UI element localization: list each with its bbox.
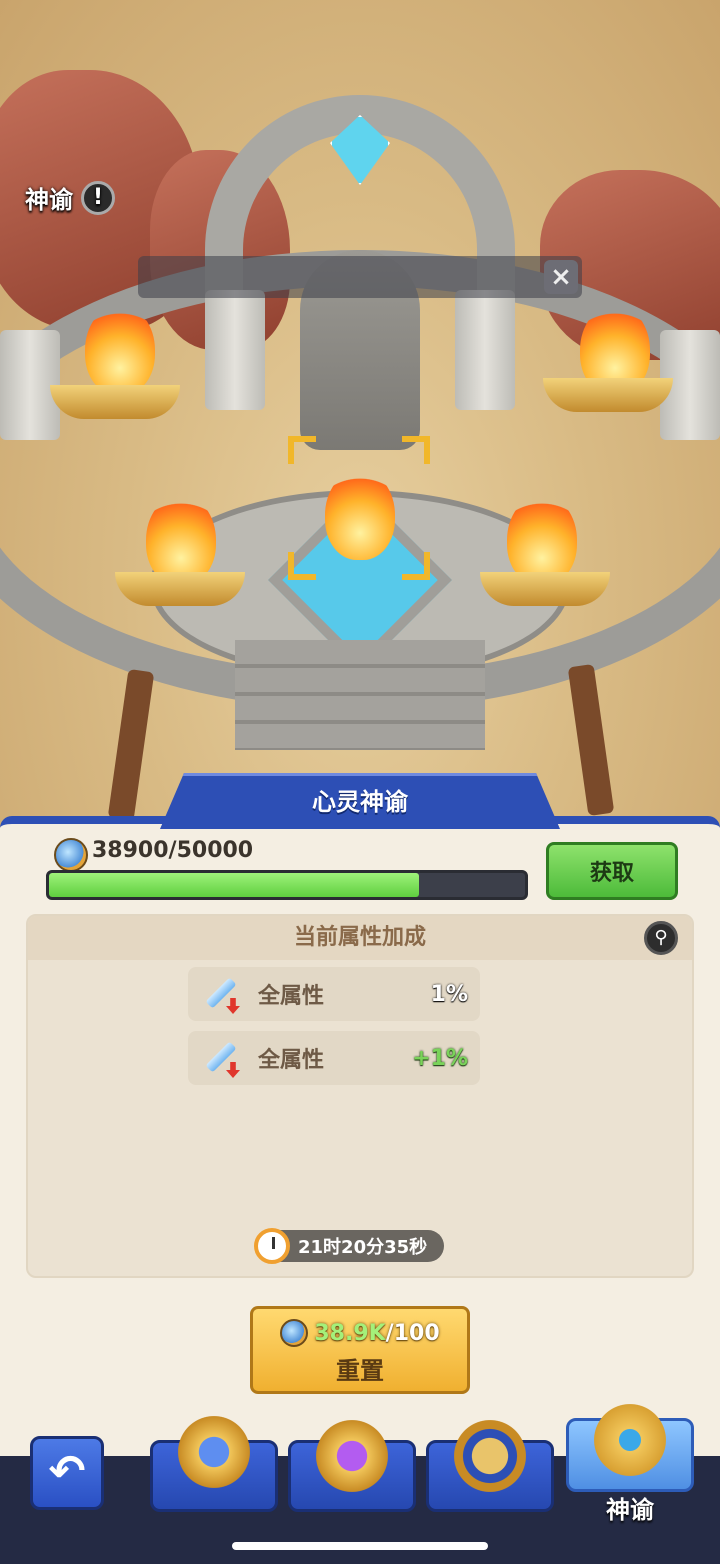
target-corner: [402, 436, 430, 464]
exclamation-icon[interactable]: !: [81, 180, 115, 215]
golden-angel-emblem-icon: [448, 1414, 532, 1498]
oracle-crystal-icon: [54, 838, 88, 872]
attribute-row: 全属性 +1%: [188, 1031, 480, 1085]
attribute-name: 全属性: [258, 984, 325, 1009]
stone-stairs: [235, 640, 485, 750]
resource-progress-fill: [49, 873, 420, 897]
oracle-crystal-icon: [280, 1319, 309, 1347]
wooden-post: [567, 663, 615, 817]
attribute-row: 全属性 1%: [188, 967, 480, 1021]
attribute-heading: 当前属性加成 ⚲: [28, 916, 692, 960]
brazier-bowl: [480, 572, 610, 606]
blue-orb-compass-icon: [172, 1410, 256, 1494]
get-button[interactable]: 获取: [546, 842, 678, 900]
nav-tab-oracle-label: 神谕: [606, 1496, 654, 1524]
info-bar: ×: [138, 256, 582, 298]
magnify-icon[interactable]: ⚲: [644, 921, 678, 955]
flame-icon: [325, 470, 395, 560]
sword-down-icon: [200, 974, 240, 1014]
close-icon[interactable]: ×: [544, 260, 578, 294]
reset-label: 重置: [336, 1357, 384, 1385]
target-corner: [402, 552, 430, 580]
attribute-value: 1%: [430, 981, 468, 1007]
resource-count: 38900/50000: [92, 838, 254, 863]
brazier-bowl: [115, 572, 245, 606]
countdown-timer: 21时20分35秒: [254, 1228, 444, 1264]
wooden-post: [107, 668, 155, 822]
attribute-value: +1%: [412, 1045, 468, 1071]
purple-orb-emblem-icon: [310, 1414, 394, 1498]
oracle-scene: [0, 0, 720, 830]
attribute-heading-text: 当前属性加成: [293, 925, 426, 950]
brazier-bowl: [50, 385, 180, 419]
oracle-statue-icon: [588, 1398, 672, 1482]
reset-cost-limit: /100: [385, 1320, 440, 1346]
resource-progress-bar: [46, 870, 528, 900]
brazier-bowl: [543, 378, 673, 412]
pillar-right: [455, 290, 515, 410]
target-corner: [288, 552, 316, 580]
home-indicator: [232, 1542, 488, 1550]
clock-icon: [254, 1228, 290, 1264]
panel-title: 心灵神谕: [312, 788, 408, 816]
pillar-left: [205, 290, 265, 410]
back-arrow-icon[interactable]: ↶: [30, 1436, 104, 1510]
oracle-title: 神谕 !: [25, 180, 115, 215]
flame-icon: [85, 305, 155, 395]
sword-down-icon: [200, 1038, 240, 1078]
reset-cost: 38.9K/100: [253, 1319, 467, 1347]
target-corner: [288, 436, 316, 464]
timer-text: 21时20分35秒: [298, 1237, 428, 1258]
reset-button[interactable]: 38.9K/100 重置: [250, 1306, 470, 1394]
reset-cost-amount: 38.9K: [314, 1320, 386, 1346]
attribute-name: 全属性: [258, 1048, 325, 1073]
oracle-label-text: 神谕: [25, 186, 73, 214]
